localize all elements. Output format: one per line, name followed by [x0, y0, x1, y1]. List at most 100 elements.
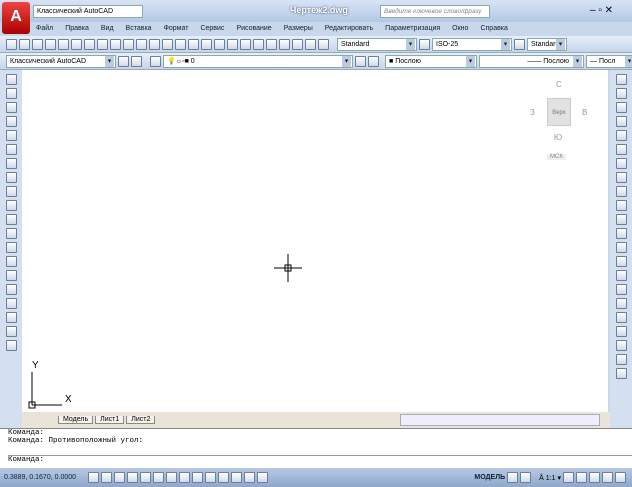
zoom-previous-icon[interactable]	[227, 38, 238, 50]
text-style-select[interactable]: Standard	[337, 37, 417, 51]
tab-layout1[interactable]: Лист1	[95, 416, 125, 424]
redo-icon[interactable]	[175, 38, 186, 50]
break-icon[interactable]	[615, 242, 627, 253]
model-space-button[interactable]: МОДЕЛЬ	[474, 474, 505, 481]
region-icon[interactable]	[5, 298, 17, 309]
offset-icon[interactable]	[615, 116, 627, 127]
extend-icon[interactable]	[615, 214, 627, 225]
scale-icon[interactable]	[615, 172, 627, 183]
menu-item[interactable]: Файл	[36, 22, 53, 36]
toolbar-lock-icon[interactable]	[131, 55, 142, 67]
arc-icon[interactable]	[5, 144, 17, 155]
rotate-icon[interactable]	[615, 158, 627, 169]
break-at-point-icon[interactable]	[615, 228, 627, 239]
bring-front-icon[interactable]	[615, 326, 627, 337]
ortho-icon[interactable]	[127, 472, 138, 483]
layer-select[interactable]: 💡☼▫■ 0	[163, 54, 353, 68]
command-input[interactable]: Команда:	[8, 455, 632, 464]
draw-order-icon[interactable]	[615, 312, 627, 323]
chamfer-icon[interactable]	[615, 270, 627, 281]
ucs-menu[interactable]: МСК	[547, 154, 566, 160]
workspace-dropdown[interactable]: Классический AutoCAD	[6, 54, 116, 68]
menu-item[interactable]: Параметризация	[385, 22, 440, 36]
plot-preview-icon[interactable]	[58, 38, 69, 50]
move-icon[interactable]	[615, 144, 627, 155]
snap-icon[interactable]	[101, 472, 112, 483]
horizontal-scrollbar[interactable]	[400, 414, 600, 426]
cut-icon[interactable]	[97, 38, 108, 50]
bring-above-icon[interactable]	[615, 354, 627, 365]
construction-line-icon[interactable]	[5, 88, 17, 99]
send-back-icon[interactable]	[615, 340, 627, 351]
copy-object-icon[interactable]	[615, 88, 627, 99]
polar-icon[interactable]	[140, 472, 151, 483]
osnap-icon[interactable]	[153, 472, 164, 483]
transparency-icon[interactable]	[231, 472, 242, 483]
explode-icon[interactable]	[615, 298, 627, 309]
window-controls[interactable]: – ▫ ✕	[590, 5, 613, 16]
table-style-select[interactable]: Standard	[527, 37, 567, 51]
linetype-select[interactable]: —— Послою	[479, 54, 584, 68]
otrack-icon[interactable]	[179, 472, 190, 483]
viewcube[interactable]: С З В Верх Ю МСК	[527, 78, 597, 168]
publish-icon[interactable]	[71, 38, 82, 50]
layer-previous-icon[interactable]	[368, 55, 379, 67]
selection-cycling-icon[interactable]	[257, 472, 268, 483]
color-select[interactable]: ■ Послою	[385, 54, 477, 68]
polygon-icon[interactable]	[5, 116, 17, 127]
dim-style-icon[interactable]	[419, 38, 430, 50]
clean-screen-icon[interactable]	[615, 472, 626, 483]
menu-item[interactable]: Редактировать	[325, 22, 373, 36]
table-icon[interactable]	[5, 312, 17, 323]
insert-block-icon[interactable]	[5, 228, 17, 239]
open-icon[interactable]	[19, 38, 30, 50]
menu-item[interactable]: Вставка	[126, 22, 152, 36]
copy-icon[interactable]	[110, 38, 121, 50]
send-under-icon[interactable]	[615, 368, 627, 379]
ellipse-icon[interactable]	[5, 200, 17, 211]
3d-print-icon[interactable]	[84, 38, 95, 50]
dyn-icon[interactable]	[205, 472, 216, 483]
stretch-icon[interactable]	[615, 186, 627, 197]
viewcube-top-face[interactable]: Верх	[547, 98, 571, 126]
application-menu-button[interactable]: A	[2, 2, 30, 34]
tab-model[interactable]: Модель	[58, 416, 94, 424]
menu-item[interactable]: Вид	[101, 22, 114, 36]
add-selected-icon[interactable]	[5, 340, 17, 351]
line-icon[interactable]	[5, 74, 17, 85]
viewcube-north[interactable]: С	[556, 80, 562, 89]
design-center-icon[interactable]	[253, 38, 264, 50]
viewcube-east[interactable]: В	[582, 108, 587, 117]
ducs-icon[interactable]	[192, 472, 203, 483]
menu-item[interactable]: Справка	[480, 22, 507, 36]
drawing-canvas[interactable]: Y X С З В Верх Ю МСК	[22, 70, 608, 412]
rectangle-icon[interactable]	[5, 130, 17, 141]
menu-item[interactable]: Рисование	[236, 22, 271, 36]
3d-osnap-icon[interactable]	[166, 472, 177, 483]
zoom-realtime-icon[interactable]	[201, 38, 212, 50]
tool-palettes-icon[interactable]	[266, 38, 277, 50]
new-icon[interactable]	[6, 38, 17, 50]
paste-icon[interactable]	[123, 38, 134, 50]
properties-icon[interactable]	[240, 38, 251, 50]
search-input[interactable]: Введите ключевое слово/фразу	[380, 5, 490, 18]
spline-icon[interactable]	[5, 186, 17, 197]
annotation-visibility-icon[interactable]	[563, 472, 574, 483]
circle-icon[interactable]	[5, 158, 17, 169]
menu-item[interactable]: Правка	[65, 22, 89, 36]
annotation-scale[interactable]: Å 1:1 ▾	[539, 474, 561, 482]
table-style-icon[interactable]	[514, 38, 525, 50]
gradient-icon[interactable]	[5, 284, 17, 295]
fillet-icon[interactable]	[615, 284, 627, 295]
workspace-select[interactable]: Классический AutoCAD	[33, 5, 143, 18]
workspace-settings-icon[interactable]	[118, 55, 129, 67]
menu-item[interactable]: Окно	[452, 22, 468, 36]
polyline-icon[interactable]	[5, 102, 17, 113]
trim-icon[interactable]	[615, 200, 627, 211]
match-properties-icon[interactable]	[136, 38, 147, 50]
menu-item[interactable]: Формат	[164, 22, 189, 36]
join-icon[interactable]	[615, 256, 627, 267]
make-current-layer-icon[interactable]	[355, 55, 366, 67]
block-editor-icon[interactable]	[149, 38, 160, 50]
undo-icon[interactable]	[162, 38, 173, 50]
